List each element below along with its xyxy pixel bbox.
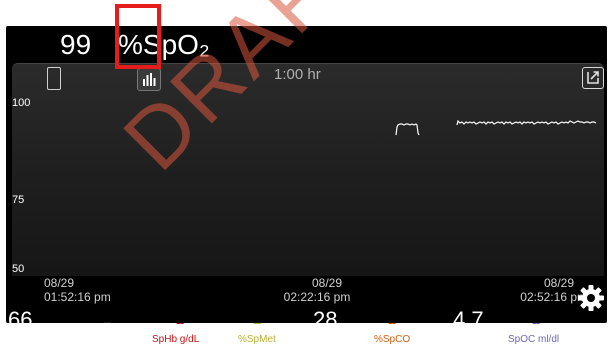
- param-value: --: [176, 314, 184, 330]
- monitor-display: 99 %SpO₂ 1:00 hr 100 75 50 08/29 01:52:1…: [0, 0, 613, 345]
- spo2-header: 99 %SpO₂: [6, 26, 607, 63]
- param-label: SpOC ml/dl: [508, 334, 560, 345]
- time-label-time: 02:22:16 pm: [283, 290, 351, 304]
- gear-icon[interactable]: [577, 284, 605, 312]
- param-label: PVI: [316, 334, 333, 345]
- time-label-end: 08/29 02:52:16 pm: [489, 276, 587, 304]
- trend-segment-2: [456, 119, 597, 126]
- param-label: RRp: [96, 334, 117, 345]
- time-label-date: 08/29: [311, 276, 343, 290]
- trend-panel[interactable]: 1:00 hr: [12, 63, 604, 276]
- spo2-value: 99: [60, 29, 92, 60]
- param-label: PR bpm: [8, 334, 45, 345]
- param-pi[interactable]: 4.7 PI: [453, 307, 503, 349]
- param-label: %SpMet: [238, 334, 276, 345]
- param-pr[interactable]: 66 PR bpm: [8, 307, 68, 349]
- time-label-middle: 08/29 02:22:16 pm: [268, 276, 366, 304]
- time-label-date: 08/29: [44, 276, 75, 290]
- trend-segment-1: [395, 123, 420, 136]
- parameter-row: 66 PR bpm -- RRp -- SpHb g/dL -- %SpMet …: [6, 307, 607, 349]
- time-label-start: 08/29 01:52:16 pm: [44, 276, 111, 304]
- param-spmet[interactable]: -- %SpMet: [236, 307, 296, 349]
- highlight-box: [115, 4, 161, 69]
- param-sphb[interactable]: -- SpHb g/dL: [150, 307, 220, 349]
- time-label-time: 02:52:16 pm: [520, 290, 587, 304]
- param-value: 28: [313, 307, 338, 332]
- param-label: PI: [462, 334, 472, 345]
- param-value: --: [532, 314, 540, 330]
- param-value: --: [253, 314, 261, 330]
- param-spco[interactable]: -- %SpCO: [372, 307, 432, 349]
- param-value: --: [103, 314, 111, 330]
- param-pvi[interactable]: 28 PVI: [310, 307, 350, 349]
- param-label: %SpCO: [374, 334, 411, 345]
- param-label: SpHb g/dL: [152, 334, 200, 345]
- param-value: --: [388, 314, 396, 330]
- y-axis-label-75: 75: [12, 194, 25, 206]
- param-spoc[interactable]: -- SpOC ml/dl: [506, 307, 578, 349]
- time-label-date: 08/29: [543, 276, 574, 290]
- param-value: 66: [8, 307, 33, 332]
- time-label-time: 01:52:16 pm: [44, 290, 111, 304]
- param-value: 4.7: [453, 307, 484, 332]
- monitor-screen: 99 %SpO₂ 1:00 hr 100 75 50 08/29 01:52:1…: [6, 26, 607, 345]
- y-axis-label-100: 100: [12, 97, 31, 109]
- y-axis-label-50: 50: [12, 263, 25, 275]
- param-rrp[interactable]: -- RRp: [93, 307, 143, 349]
- spo2-trend-trace: [395, 119, 597, 136]
